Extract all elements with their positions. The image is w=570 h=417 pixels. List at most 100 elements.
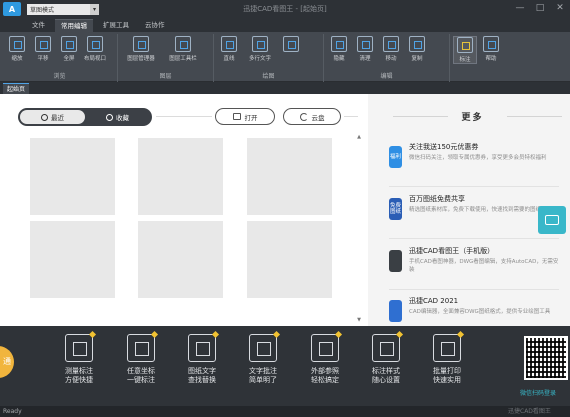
- pan-button[interactable]: 平移: [31, 36, 55, 62]
- feature-line1: 测量标注: [65, 367, 93, 375]
- feature-xref[interactable]: 外部参照 轻松搞定: [295, 334, 355, 385]
- annotate-icon: [457, 37, 473, 53]
- open-button-label: 打开: [244, 113, 258, 122]
- mode-select-value: 草图模式: [30, 6, 55, 14]
- recent-toggle-button[interactable]: 最近: [20, 110, 85, 124]
- layer-toolbar-button[interactable]: 图层工具栏: [163, 36, 203, 62]
- app-window: A 草图模式 ▾ 迅捷CAD看图王 - [起始页] — □ ✕ 文件 常用编辑 …: [0, 0, 570, 417]
- feature-line1: 外部参照: [311, 367, 339, 375]
- tab-cloud-collab[interactable]: 云协作: [139, 19, 171, 32]
- purge-icon: [357, 36, 373, 52]
- divider: [389, 186, 559, 187]
- fullscreen-button[interactable]: 全屏: [57, 36, 81, 62]
- feature-label: 测量标注 方便快捷: [65, 367, 93, 385]
- news-item[interactable]: 福利 关注我送150元优惠券 微信扫码关注，领取专属优惠券，享受更多会员特权福利: [389, 142, 559, 184]
- ribbon-group-extra: 标注 帮助: [450, 34, 510, 82]
- feature-line1: 图纸文字: [188, 367, 216, 375]
- scroll-down-icon[interactable]: ▼: [355, 317, 363, 324]
- move-button[interactable]: 移动: [379, 36, 403, 62]
- dim-style-icon: [372, 334, 400, 362]
- chat-icon: [545, 215, 559, 225]
- draw-tool-button[interactable]: [279, 36, 303, 54]
- layer-toolbar-icon: [175, 36, 191, 52]
- feature-line2: 简单明了: [249, 376, 277, 384]
- close-button[interactable]: ✕: [554, 2, 566, 14]
- news-item[interactable]: 迅捷CAD看图王（手机版） 手机CAD看图神器，DWG看图编辑，支持AutoCA…: [389, 246, 559, 288]
- open-vip-button[interactable]: 通: [0, 346, 14, 378]
- feature-line2: 快速实用: [433, 376, 461, 384]
- free-drawings-icon: 免费图纸: [389, 198, 402, 220]
- feature-dim-style[interactable]: 标注样式 随心设置: [356, 334, 416, 385]
- feature-batch-print[interactable]: 批量打印 快速实用: [417, 334, 477, 385]
- recent-file-thumb[interactable]: [247, 221, 332, 298]
- feature-coordinate[interactable]: 任意坐标 一键标注: [111, 334, 171, 385]
- printer-icon: [433, 334, 461, 362]
- clock-icon: [41, 113, 48, 121]
- annotate-button[interactable]: 标注: [453, 36, 477, 64]
- ribbon-group-draw: 直线 多行文字 绘图: [214, 34, 324, 82]
- minimize-button[interactable]: —: [514, 2, 526, 14]
- qr-pattern: [526, 338, 566, 378]
- viewport-icon: [87, 36, 103, 52]
- mtext-button[interactable]: 多行文字: [243, 36, 277, 62]
- start-page: 最近 收藏 打开 云盘 ▲ ▼ 更多 福利 关注我送150元优惠券 微信扫码关注…: [0, 94, 570, 326]
- qr-label[interactable]: 微信扫码登录: [520, 388, 570, 397]
- divider: [344, 116, 358, 117]
- tab-common-edit[interactable]: 常用编辑: [55, 19, 93, 32]
- mode-select[interactable]: 草图模式 ▾: [27, 3, 99, 15]
- feature-find-replace[interactable]: 图纸文字 查找替换: [172, 334, 232, 385]
- cloud-disk-button[interactable]: 云盘: [283, 108, 341, 125]
- help-button[interactable]: 帮助: [479, 36, 503, 62]
- vertical-scrollbar[interactable]: ▲ ▼: [355, 134, 363, 324]
- news-text: 迅捷CAD看图王（手机版） 手机CAD看图神器，DWG看图编辑，支持AutoCA…: [409, 246, 559, 288]
- feature-line1: 任意坐标: [127, 367, 155, 375]
- recent-file-thumb[interactable]: [30, 221, 115, 298]
- line-button[interactable]: 直线: [217, 36, 241, 62]
- maximize-button[interactable]: □: [534, 2, 546, 14]
- cloud-button-label: 云盘: [311, 113, 325, 122]
- hand-icon: [35, 36, 51, 52]
- feature-line2: 一键标注: [127, 376, 155, 384]
- layer-manager-button[interactable]: 图层管理器: [121, 36, 161, 62]
- recent-files-pane: 最近 收藏 打开 云盘 ▲ ▼: [0, 94, 368, 326]
- collect-toggle-button[interactable]: 收藏: [85, 110, 150, 124]
- more-panel: 更多 福利 关注我送150元优惠券 微信扫码关注，领取专属优惠券，享受更多会员特…: [375, 94, 570, 326]
- news-item[interactable]: 免费图纸 百万图纸免费共享 精选图纸素材库，免费下载使用，快速找到需要的图纸: [389, 194, 559, 236]
- ribbon-group-label: 浏览: [53, 73, 66, 80]
- purge-button[interactable]: 清理: [353, 36, 377, 62]
- feature-line2: 轻松搞定: [311, 376, 339, 384]
- copy-button[interactable]: 复制: [405, 36, 429, 62]
- feature-measure[interactable]: 测量标注 方便快捷: [49, 334, 109, 385]
- star-icon: [106, 113, 113, 121]
- feature-bar: 通 测量标注 方便快捷 任意坐标 一键标注 图纸文字 查找替换 文字批注 简单明了 外部…: [0, 326, 570, 406]
- polyline-icon: [283, 36, 299, 52]
- open-button[interactable]: 打开: [215, 108, 275, 125]
- recent-file-thumb[interactable]: [138, 138, 223, 215]
- chat-support-button[interactable]: [538, 206, 566, 234]
- ribbon-group-label: 图层: [159, 73, 172, 80]
- ribbon-group-browse: 缩放 平移 全屏 布局视口 浏览: [2, 34, 118, 82]
- line-icon: [221, 36, 237, 52]
- news-text: 关注我送150元优惠券 微信扫码关注，领取专属优惠券，享受更多会员特权福利: [409, 142, 559, 184]
- fullscreen-icon: [61, 36, 77, 52]
- news-desc: CAD编辑器，全面兼容DWG图纸格式，提供专业绘图工具: [409, 309, 551, 315]
- text-icon: [252, 36, 268, 52]
- hide-button[interactable]: 隐藏: [327, 36, 351, 62]
- zoom-button[interactable]: 缩放: [5, 36, 29, 62]
- scroll-up-icon[interactable]: ▲: [355, 134, 363, 141]
- layout-viewport-button[interactable]: 布局视口: [83, 36, 107, 62]
- zoom-icon: [9, 36, 25, 52]
- text-annotation-icon: [249, 334, 277, 362]
- tab-start-page[interactable]: 起始页: [3, 83, 30, 94]
- tab-extension-tools[interactable]: 扩展工具: [97, 19, 135, 32]
- status-brand: 迅捷CAD看图王: [508, 408, 551, 415]
- move-icon: [383, 36, 399, 52]
- news-title: 迅捷CAD看图王（手机版）: [409, 247, 495, 255]
- hide-icon: [331, 36, 347, 52]
- news-title: 关注我送150元优惠券: [409, 143, 479, 151]
- recent-file-thumb[interactable]: [247, 138, 332, 215]
- feature-text-annotation[interactable]: 文字批注 简单明了: [233, 334, 293, 385]
- recent-file-thumb[interactable]: [30, 138, 115, 215]
- tab-file[interactable]: 文件: [26, 19, 51, 32]
- recent-file-thumb[interactable]: [138, 221, 223, 298]
